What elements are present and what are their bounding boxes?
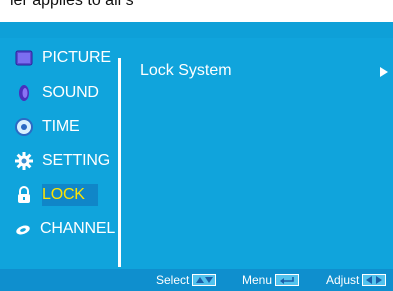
menu-item-label: TIME: [42, 118, 80, 135]
picture-icon: [14, 48, 34, 68]
time-icon: [14, 117, 34, 137]
tv-menu-screen: PICTURE SOUND TIME SETTING LOCK CHANNEL …: [0, 22, 393, 291]
top-caption-text: ler applies to all s: [10, 0, 134, 9]
footer-hint-bar: Select Menu Adjust: [0, 269, 393, 291]
left-right-keys-icon: [362, 274, 387, 286]
menu-item-channel[interactable]: CHANNEL: [6, 215, 116, 243]
setting-gear-icon: [14, 151, 34, 171]
menu-item-label: LOCK: [42, 186, 85, 203]
right-arrow-icon: [380, 67, 388, 77]
top-caption-strip: ler applies to all s: [0, 0, 393, 22]
menu-item-label: CHANNEL: [40, 220, 116, 237]
menu-item-label: SOUND: [42, 84, 99, 101]
main-menu: PICTURE SOUND TIME SETTING LOCK CHANNEL: [6, 44, 118, 274]
menu-item-time[interactable]: TIME: [6, 113, 114, 141]
lock-system-label: Lock System: [140, 62, 232, 79]
menu-hint: Menu: [242, 273, 300, 287]
menu-item-lock[interactable]: LOCK: [6, 181, 114, 209]
menu-item-setting[interactable]: SETTING: [6, 147, 114, 175]
menu-item-sound[interactable]: SOUND: [6, 79, 114, 107]
sound-icon: [14, 83, 34, 103]
lock-icon: [14, 185, 34, 205]
menu-item-label: SETTING: [42, 152, 110, 169]
menu-item-label: PICTURE: [42, 49, 111, 66]
up-down-keys-icon: [192, 274, 217, 286]
return-key-icon: [275, 274, 300, 286]
header-strip: [0, 22, 393, 38]
menu-divider: [118, 58, 121, 267]
channel-icon: [14, 219, 32, 239]
select-hint: Select: [156, 273, 217, 287]
menu-hint-label: Menu: [242, 273, 273, 287]
menu-item-picture[interactable]: PICTURE: [6, 44, 114, 72]
lock-system-row[interactable]: Lock System: [140, 60, 388, 84]
adjust-hint-label: Adjust: [326, 273, 360, 287]
adjust-hint: Adjust: [326, 273, 387, 287]
select-hint-label: Select: [156, 273, 190, 287]
